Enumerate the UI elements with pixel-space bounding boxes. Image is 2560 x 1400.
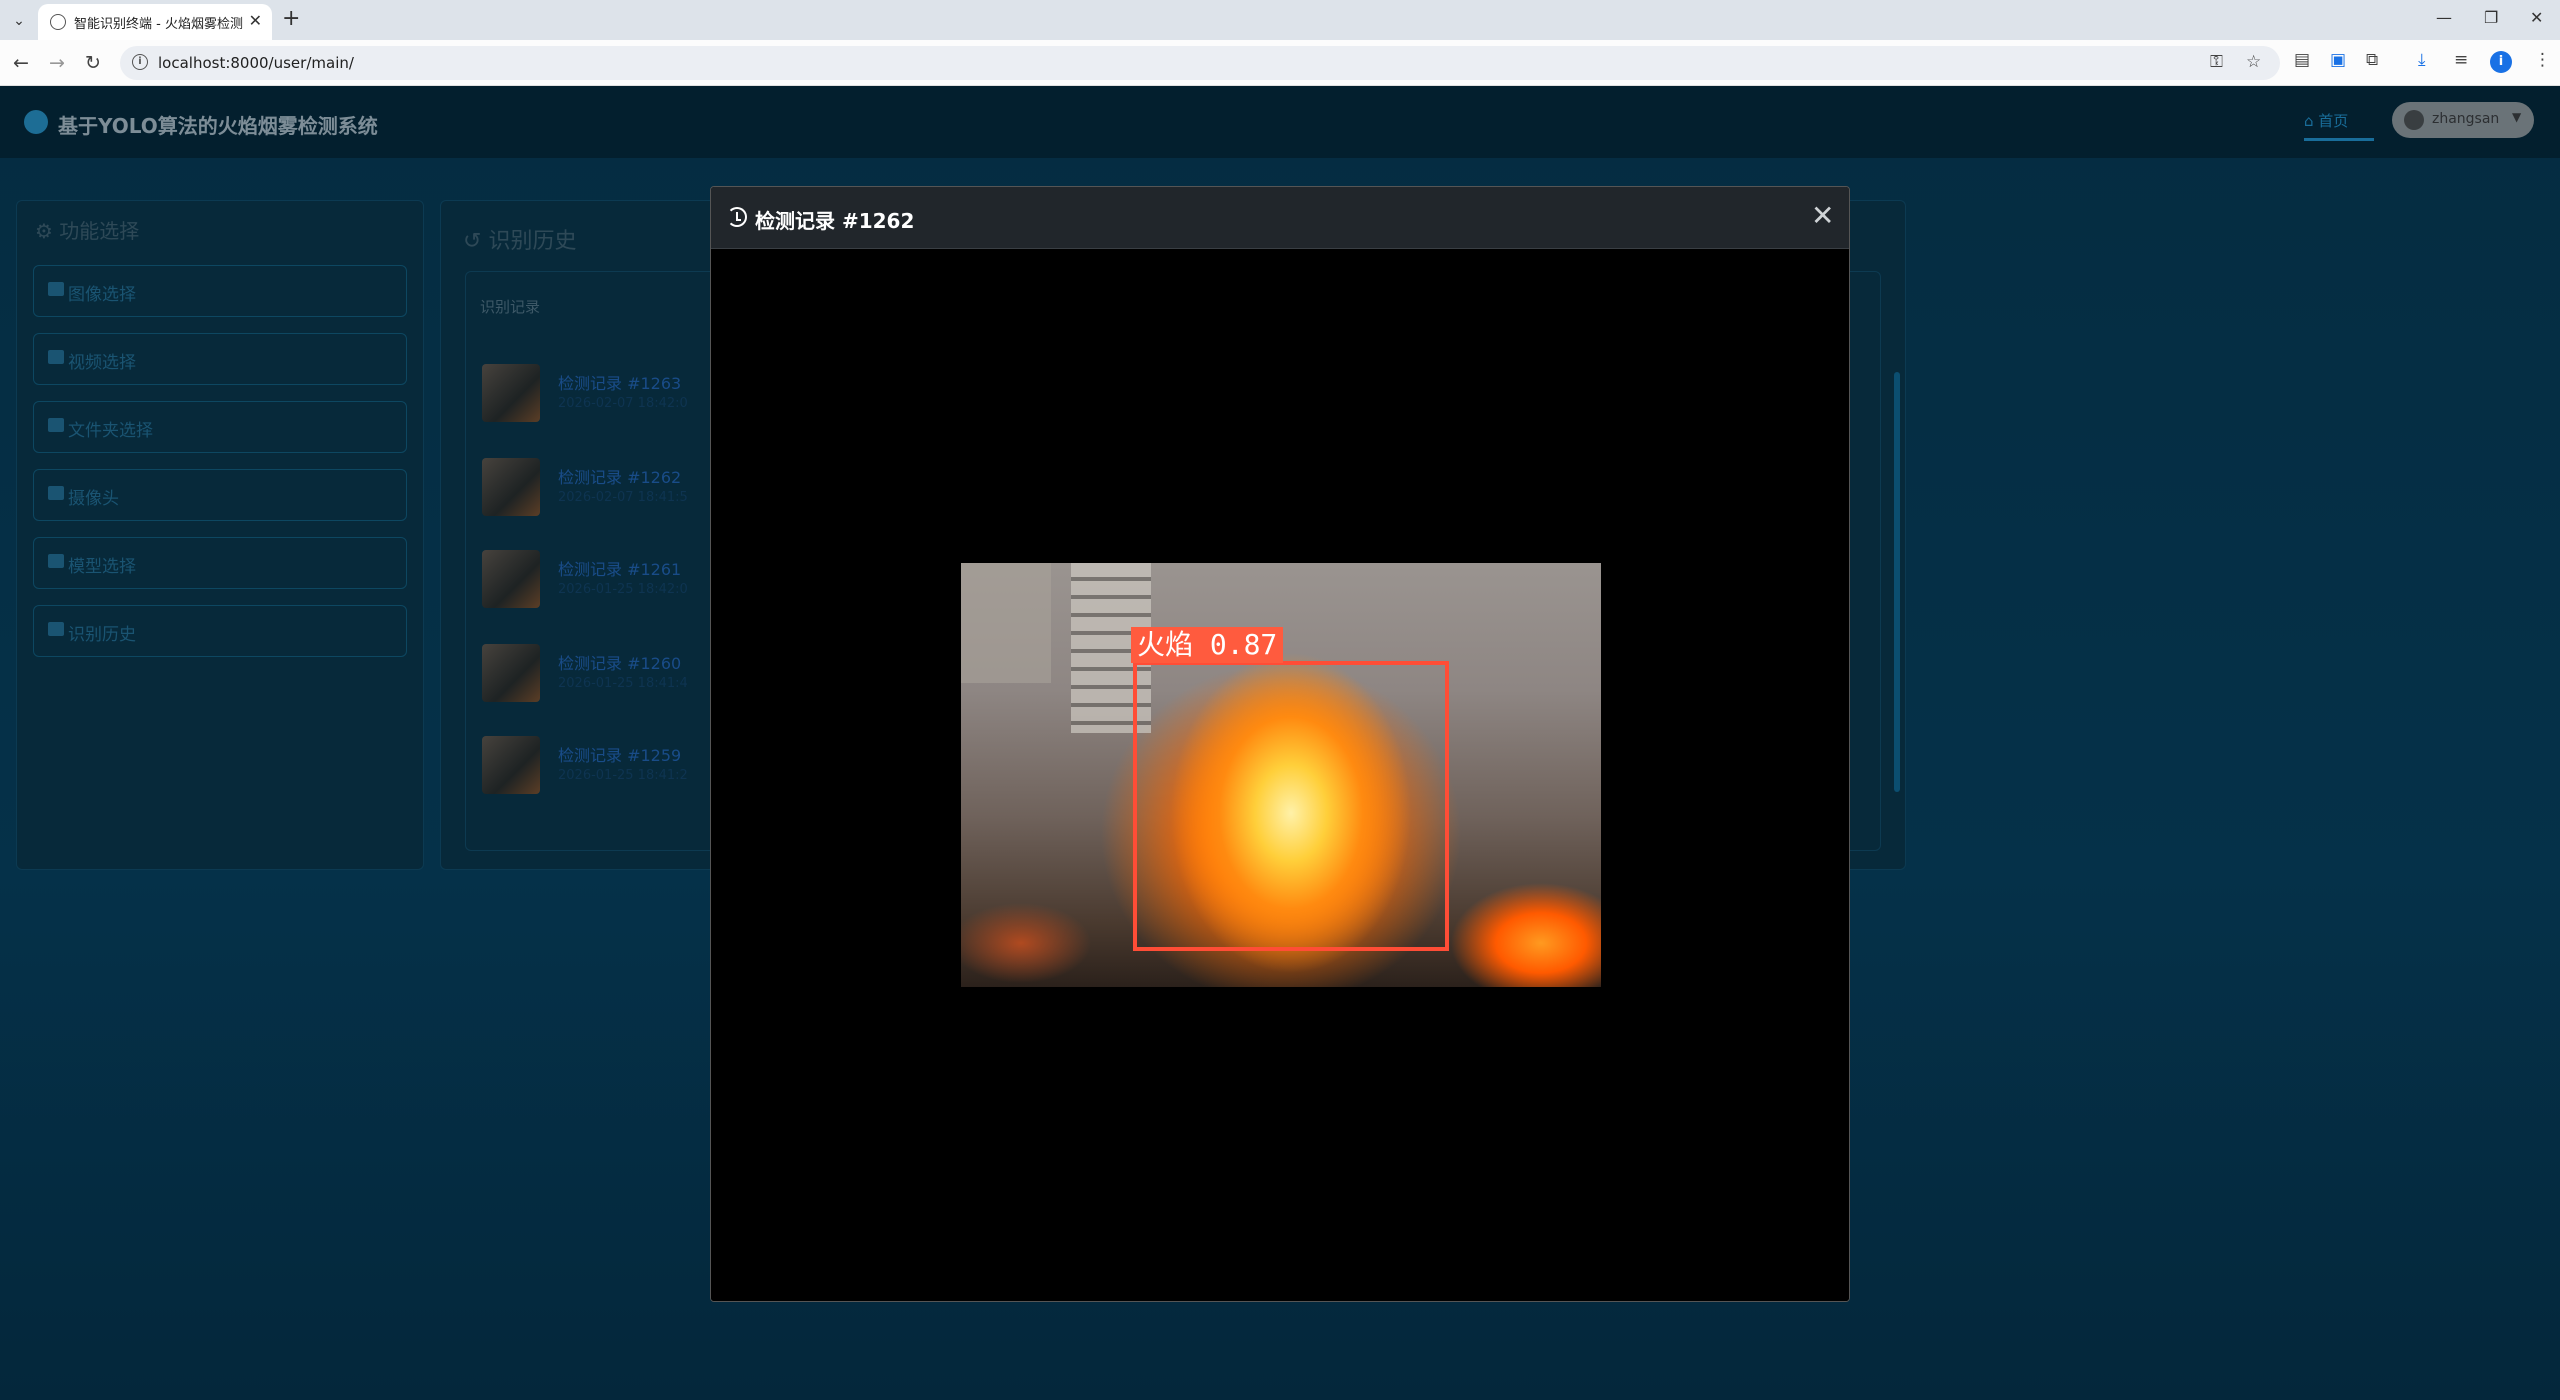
tab-search-chevron-icon[interactable]: ⌄ — [8, 10, 30, 32]
tab-favicon-icon — [50, 14, 66, 30]
browser-tab-active[interactable]: 智能识别终端 - 火焰烟雾检测系统 ✕ — [38, 4, 272, 40]
browser-tab-strip: ⌄ 智能识别终端 - 火焰烟雾检测系统 ✕ + — ❐ ✕ — [0, 0, 2560, 40]
modal-header: 检测记录 #1262 ✕ — [711, 187, 1849, 249]
modal-title: 检测记录 #1262 — [755, 209, 915, 233]
modal-body: 火焰 0.87 — [711, 249, 1849, 1301]
image-building-left — [961, 563, 1051, 683]
window-restore-icon[interactable]: ❐ — [2484, 8, 2498, 27]
window-minimize-icon[interactable]: — — [2436, 8, 2452, 27]
history-icon — [727, 207, 747, 227]
detection-label: 火焰 0.87 — [1131, 627, 1284, 663]
tab-close-icon[interactable]: ✕ — [249, 11, 262, 30]
modal-close-icon[interactable]: ✕ — [1811, 201, 1834, 231]
tab-title: 智能识别终端 - 火焰烟雾检测系统 — [74, 17, 244, 32]
window-close-icon[interactable]: ✕ — [2530, 8, 2543, 27]
detection-record-modal: 检测记录 #1262 ✕ 火焰 0.87 — [710, 186, 1850, 1302]
detection-bounding-box — [1133, 661, 1449, 951]
new-tab-plus-icon[interactable]: + — [282, 6, 300, 31]
detection-result-image: 火焰 0.87 — [961, 563, 1601, 987]
